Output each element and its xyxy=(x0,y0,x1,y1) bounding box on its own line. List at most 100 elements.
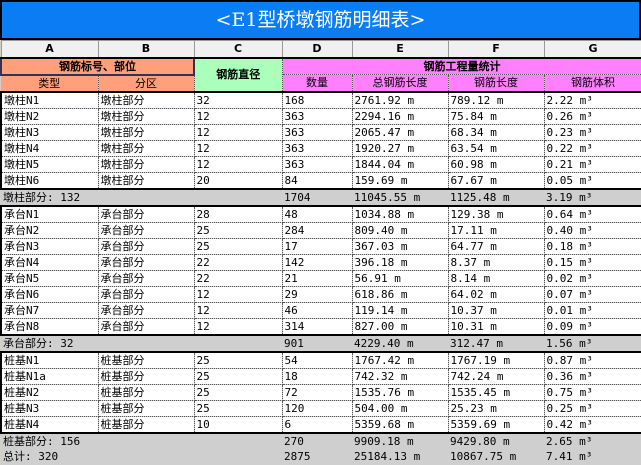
table-cell[interactable]: 承台N7 xyxy=(0,302,99,319)
subtotal-cell[interactable]: 2875 xyxy=(282,448,352,465)
table-cell[interactable]: 1920.27 m xyxy=(352,140,449,157)
table-cell[interactable]: 20 xyxy=(194,172,283,190)
table-cell[interactable]: 0.87 m³ xyxy=(544,350,641,369)
table-cell[interactable]: 桩基部分 xyxy=(98,384,195,401)
table-cell[interactable]: 0.15 m³ xyxy=(544,254,641,271)
table-cell[interactable]: 0.07 m³ xyxy=(544,286,641,303)
table-cell[interactable]: 17.11 m xyxy=(448,222,545,239)
table-cell[interactable]: 18 xyxy=(282,368,353,385)
header-zone[interactable]: 分区 xyxy=(98,74,195,92)
subtotal-cell[interactable]: 25184.13 m xyxy=(352,448,448,465)
table-cell[interactable]: 12 xyxy=(194,318,283,336)
table-cell[interactable]: 25 xyxy=(194,222,283,239)
table-cell[interactable]: 367.03 m xyxy=(352,238,449,255)
table-cell[interactable]: 67.67 m xyxy=(448,172,545,190)
header-rebar-id-location[interactable]: 钢筋标号、部位 xyxy=(0,56,195,76)
table-cell[interactable]: 墩柱N6 xyxy=(0,172,99,190)
table-cell[interactable]: 5359.68 m xyxy=(352,416,449,434)
table-cell[interactable]: 129.38 m xyxy=(448,204,545,223)
table-cell[interactable]: 12 xyxy=(194,156,283,173)
table-cell[interactable]: 0.22 m³ xyxy=(544,140,641,157)
table-cell[interactable]: 742.32 m xyxy=(352,368,449,385)
table-cell[interactable]: 桩基部分 xyxy=(98,416,195,434)
table-cell[interactable]: 17 xyxy=(282,238,353,255)
table-cell[interactable]: 6 xyxy=(282,416,353,434)
header-type[interactable]: 类型 xyxy=(1,74,99,92)
table-cell[interactable]: 承台部分 xyxy=(98,318,195,336)
column-header-a[interactable]: A xyxy=(0,40,99,59)
table-cell[interactable]: 60.98 m xyxy=(448,156,545,173)
table-cell[interactable]: 墩柱部分 xyxy=(98,90,195,109)
header-total-length[interactable]: 总钢筋长度 xyxy=(352,74,449,92)
column-header-e[interactable]: E xyxy=(351,40,449,59)
table-cell[interactable]: 119.14 m xyxy=(352,302,449,319)
table-cell[interactable]: 承台部分 xyxy=(98,238,195,255)
table-cell[interactable]: 0.21 m³ xyxy=(544,156,641,173)
table-cell[interactable]: 29 xyxy=(282,286,353,303)
table-cell[interactable]: 12 xyxy=(194,302,283,319)
table-cell[interactable]: 0.64 m³ xyxy=(544,204,641,223)
table-cell[interactable]: 承台部分 xyxy=(98,254,195,271)
table-cell[interactable]: 25 xyxy=(194,384,283,401)
table-cell[interactable]: 墩柱N2 xyxy=(0,108,99,125)
header-quantity-stats[interactable]: 钢筋工程量统计 xyxy=(282,57,641,75)
table-cell[interactable]: 0.09 m³ xyxy=(544,318,641,336)
table-cell[interactable]: 0.26 m³ xyxy=(544,108,641,125)
table-cell[interactable]: 承台部分 xyxy=(98,204,195,223)
table-cell[interactable]: 1034.88 m xyxy=(352,204,449,223)
table-cell[interactable]: 64.77 m xyxy=(448,238,545,255)
header-diameter[interactable]: 钢筋直径 xyxy=(194,57,283,92)
table-cell[interactable]: 1767.42 m xyxy=(352,350,449,369)
subtotal-cell[interactable]: 9429.80 m xyxy=(448,432,544,449)
table-cell[interactable]: 1535.76 m xyxy=(352,384,449,401)
table-cell[interactable]: 承台部分 xyxy=(98,270,195,287)
table-cell[interactable]: 2.22 m³ xyxy=(544,90,641,109)
table-cell[interactable]: 8.14 m xyxy=(448,270,545,287)
column-header-d[interactable]: D xyxy=(281,40,353,59)
table-cell[interactable]: 桩基N2 xyxy=(0,384,99,401)
table-cell[interactable]: 10.37 m xyxy=(448,302,545,319)
table-cell[interactable]: 0.18 m³ xyxy=(544,238,641,255)
subtotal-cell[interactable]: 9909.18 m xyxy=(352,432,448,449)
table-cell[interactable]: 21 xyxy=(282,270,353,287)
subtotal-cell[interactable]: 1704 xyxy=(282,188,352,206)
table-cell[interactable]: 承台N5 xyxy=(0,270,99,287)
table-cell[interactable]: 桩基N1a xyxy=(0,368,99,385)
table-cell[interactable]: 墩柱部分 xyxy=(98,156,195,173)
table-cell[interactable]: 46 xyxy=(282,302,353,319)
table-cell[interactable]: 12 xyxy=(194,124,283,141)
table-cell[interactable]: 承台N3 xyxy=(0,238,99,255)
table-cell[interactable]: 84 xyxy=(282,172,353,190)
subtotal-cell[interactable]: 2.65 m³ xyxy=(544,432,641,449)
table-cell[interactable]: 桩基部分 xyxy=(98,400,195,417)
table-cell[interactable]: 承台部分 xyxy=(98,222,195,239)
table-cell[interactable]: 32 xyxy=(194,90,283,109)
subtotal-cell[interactable]: 4229.40 m xyxy=(352,334,448,352)
column-header-b[interactable]: B xyxy=(97,40,195,59)
column-header-g[interactable]: G xyxy=(543,40,641,59)
table-cell[interactable]: 10.31 m xyxy=(448,318,545,336)
table-cell[interactable]: 12 xyxy=(194,286,283,303)
table-cell[interactable]: 10 xyxy=(194,416,283,434)
subtotal-label[interactable]: 墩柱部分: 132 xyxy=(1,188,282,206)
subtotal-label[interactable]: 总计: 320 xyxy=(1,448,282,465)
subtotal-label[interactable]: 桩基部分: 156 xyxy=(1,432,282,449)
table-cell[interactable]: 54 xyxy=(282,350,353,369)
table-cell[interactable]: 56.91 m xyxy=(352,270,449,287)
subtotal-cell[interactable]: 312.47 m xyxy=(448,334,544,352)
table-cell[interactable]: 墩柱N3 xyxy=(0,124,99,141)
subtotal-cell[interactable]: 270 xyxy=(282,432,352,449)
table-cell[interactable]: 72 xyxy=(282,384,353,401)
table-cell[interactable]: 363 xyxy=(282,108,353,125)
table-cell[interactable]: 8.37 m xyxy=(448,254,545,271)
table-cell[interactable]: 桩基部分 xyxy=(98,368,195,385)
table-cell[interactable]: 159.69 m xyxy=(352,172,449,190)
table-cell[interactable]: 742.24 m xyxy=(448,368,545,385)
table-cell[interactable]: 2294.16 m xyxy=(352,108,449,125)
table-cell[interactable]: 63.54 m xyxy=(448,140,545,157)
table-cell[interactable]: 142 xyxy=(282,254,353,271)
table-cell[interactable]: 25 xyxy=(194,238,283,255)
subtotal-cell[interactable]: 1.56 m³ xyxy=(544,334,641,352)
table-cell[interactable]: 墩柱部分 xyxy=(98,124,195,141)
table-cell[interactable]: 28 xyxy=(194,204,283,223)
